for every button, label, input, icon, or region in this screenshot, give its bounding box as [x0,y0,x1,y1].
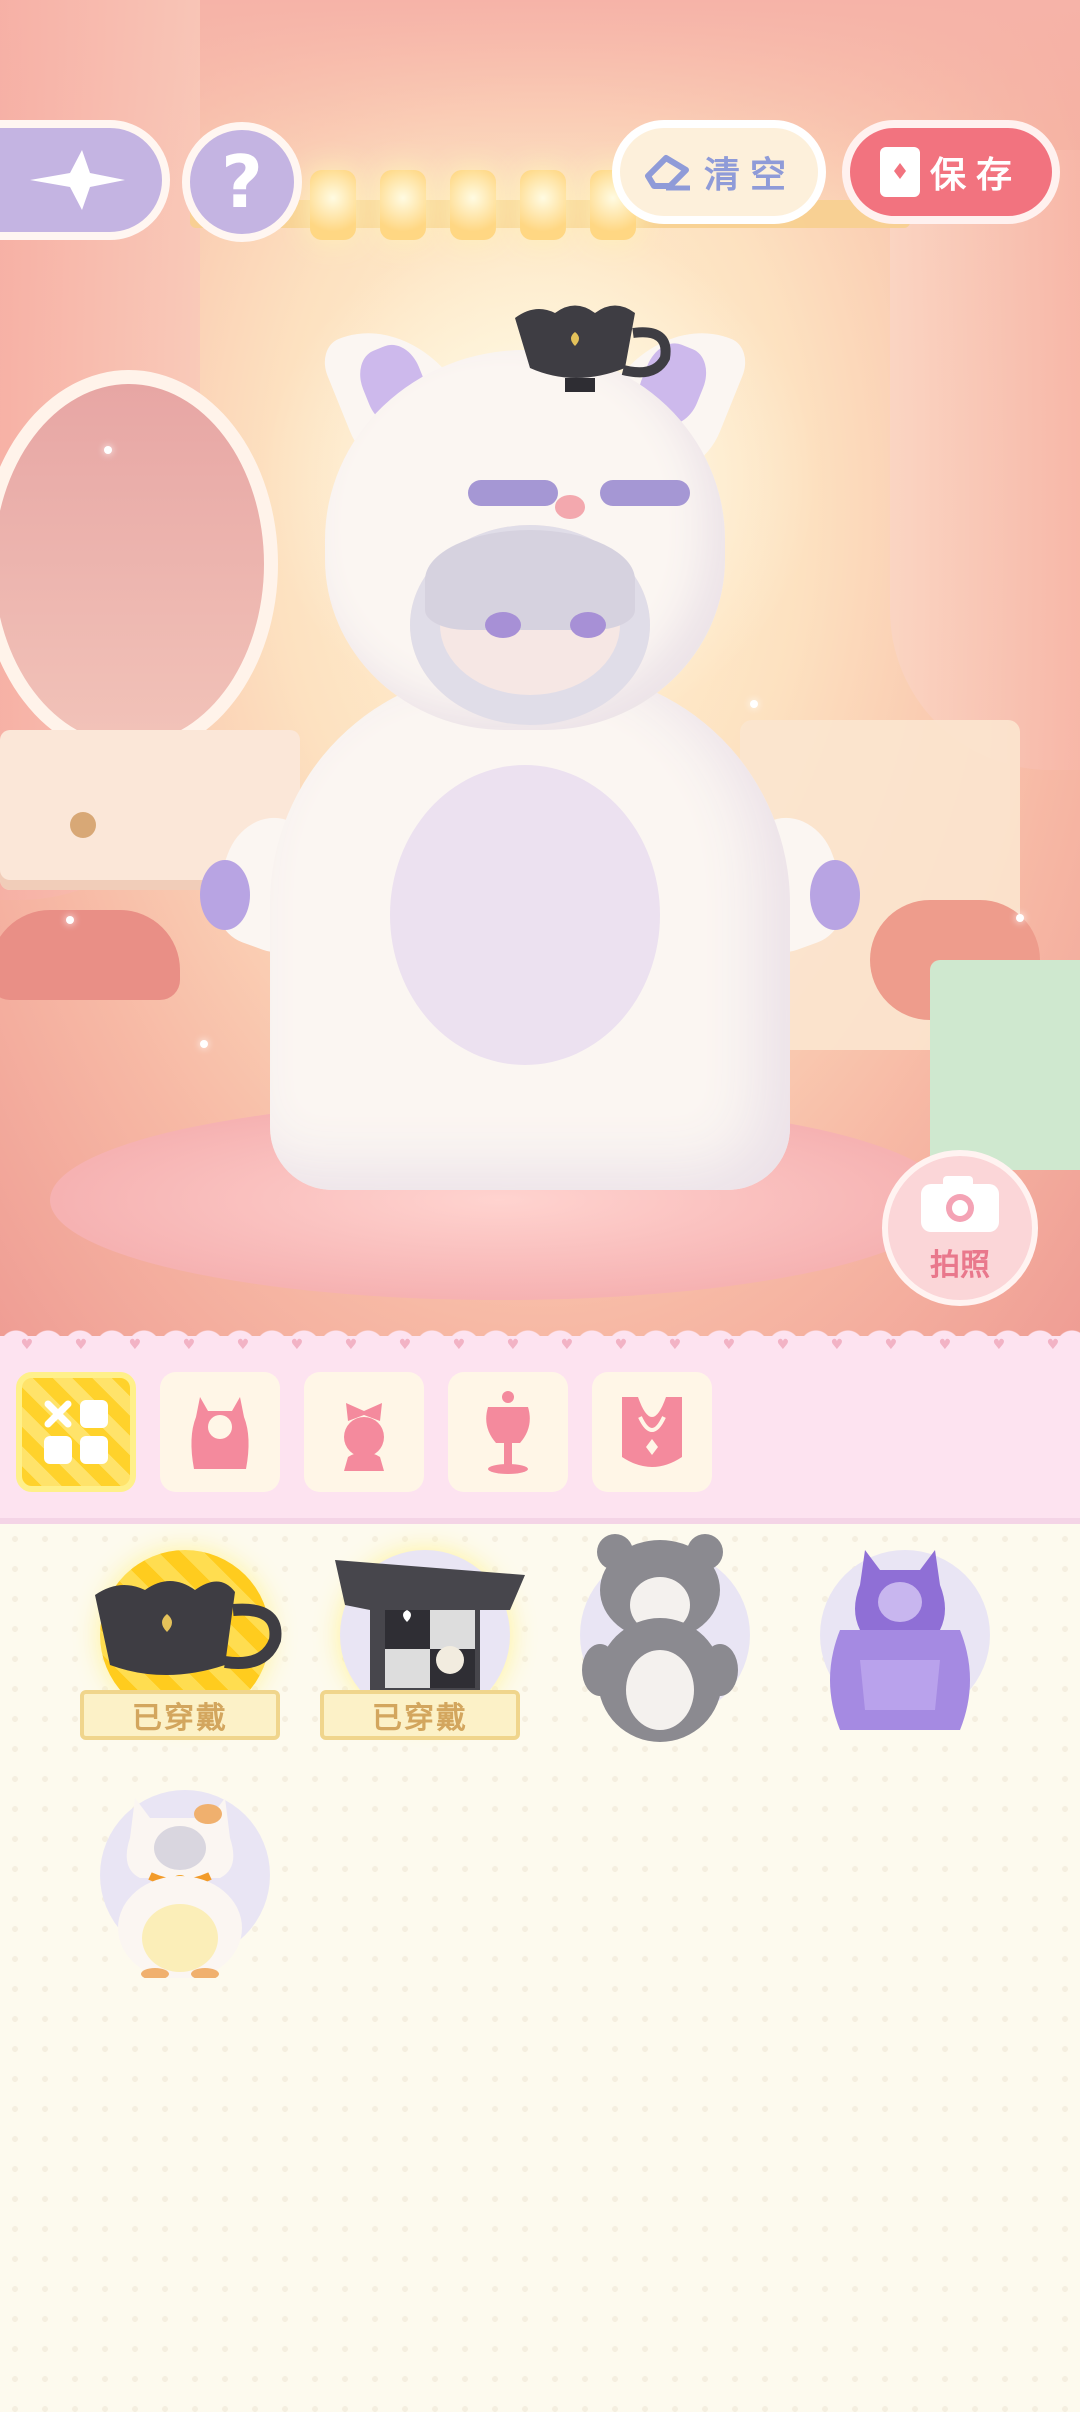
sparkle [1016,914,1024,922]
light-bulb [520,170,566,240]
document-save-icon [879,147,920,197]
back-button[interactable] [0,120,170,240]
photo-button[interactable]: 拍照 [882,1150,1038,1306]
tab-accessory[interactable] [592,1372,712,1492]
item-card[interactable] [550,1530,770,1742]
light-bulb [310,170,356,240]
equipped-badge: 已穿戴 [320,1690,520,1740]
clear-button[interactable]: 清空 [612,120,826,224]
sparkle [66,916,74,924]
question-mark-icon: ? [221,140,263,224]
right-paw [810,860,860,930]
teacup-hat-worn [515,305,671,392]
item-card[interactable] [790,1530,1010,1740]
item-card[interactable]: 已穿戴 [310,1530,530,1740]
save-label: 保存 [929,155,1022,196]
character-eye-left [485,612,521,638]
save-button[interactable]: 保存 [842,120,1060,224]
tab-outfit[interactable] [448,1372,568,1492]
costume-belly [390,765,660,1065]
item-card[interactable] [70,1770,290,1980]
character-eye-right [570,612,606,638]
calico-cat-costume-icon [118,1798,242,1978]
all-items-grid-icon [44,1400,108,1464]
dressing-room-scene: ? 清空 保存 拍照 [0,0,1080,1340]
tab-hat[interactable] [304,1372,424,1492]
drawer-knob [70,812,96,838]
necklace-icon [622,1397,682,1467]
sparkle [200,1040,208,1048]
tab-costume[interactable] [160,1372,280,1492]
avatar-character[interactable] [200,302,860,1190]
character-hair [425,530,635,630]
camera-icon [921,1176,999,1232]
teacup-hat-icon [95,1581,282,1675]
hood-eye-left [468,480,558,506]
heart-trim: ♥ ♥ ♥ ♥ ♥ ♥ ♥ ♥ ♥ ♥ ♥ ♥ ♥ ♥ ♥ ♥ ♥ ♥ ♥ ♥ [20,1337,1060,1353]
help-button[interactable]: ? [182,122,302,242]
equipped-badge: 已穿戴 [80,1690,280,1740]
four-point-star-icon [30,150,125,210]
gray-bear-costume-icon [582,1534,738,1742]
mannequin-icon [486,1391,530,1474]
eraser-icon [644,155,690,191]
clear-label: 清空 [703,155,796,196]
vanity-stool [0,910,180,1000]
tab-all-items[interactable] [16,1372,136,1492]
card-suit-outfit-icon [335,1560,525,1690]
sparkle [104,446,112,454]
curtain-right [890,150,1080,770]
left-paw [200,860,250,930]
item-card[interactable]: 已穿戴 [70,1530,290,1740]
light-bulb [450,170,496,240]
purple-cat-hoodie-icon [830,1550,970,1730]
gift-box [930,960,1080,1170]
hood-eye-right [600,480,690,506]
photo-label: 拍照 [930,1248,990,1283]
hat-bow-icon [344,1403,384,1471]
hood-costume-icon [191,1397,249,1469]
light-bulb [380,170,426,240]
hood-nose [555,495,585,519]
